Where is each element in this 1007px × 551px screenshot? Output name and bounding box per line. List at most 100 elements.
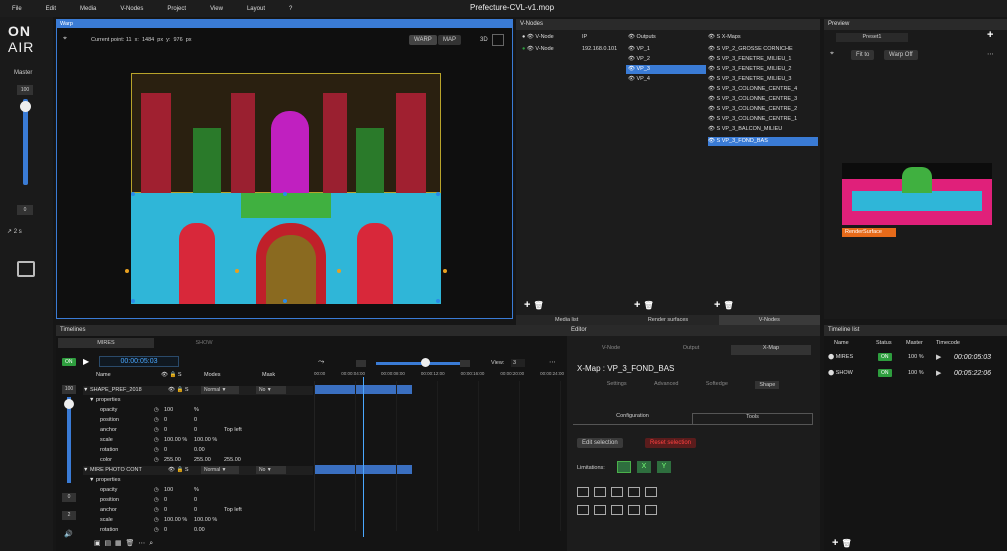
limit-y-toggle[interactable]: Y — [657, 461, 671, 473]
search-icon[interactable]: ⌕ — [149, 540, 153, 547]
master-slider-handle[interactable] — [20, 101, 31, 112]
timeline-item-mires[interactable]: ⬤ MIRES — [828, 353, 853, 362]
tab-configuration[interactable]: Configuration — [573, 413, 692, 424]
warp-button[interactable]: WARP — [409, 35, 437, 45]
play-icon[interactable]: ▶ — [936, 369, 941, 377]
warp-point[interactable] — [436, 299, 440, 303]
timecode-display[interactable]: 00:00:05:03 — [99, 356, 179, 367]
add-preset-button[interactable]: + — [987, 29, 993, 41]
zoom-slider-handle[interactable] — [421, 358, 430, 367]
menu-layout[interactable]: Layout — [247, 6, 265, 12]
more-icon[interactable]: ⋯ — [138, 540, 145, 547]
view-value[interactable]: 3 — [511, 359, 525, 367]
property-value[interactable]: 0 — [164, 426, 194, 435]
property-value[interactable]: 0 — [194, 416, 224, 425]
mode-select[interactable]: Normal ▼ — [201, 386, 239, 394]
playhead[interactable] — [363, 377, 364, 537]
xmap-item[interactable]: 👁 S VP_3_COLONNE_CENTRE_2 — [708, 105, 818, 114]
property-value[interactable]: 100 — [164, 486, 194, 495]
timeline-grid[interactable] — [314, 381, 564, 531]
play-icon[interactable]: ▶ — [83, 357, 89, 366]
property-value[interactable]: 0.00 — [194, 446, 224, 455]
keyframe-icon[interactable]: ◷ — [154, 526, 164, 535]
xmap-item[interactable]: 👁 S VP_3_FENETRE_MILIEU_2 — [708, 65, 818, 74]
property-value[interactable]: 255.00 — [194, 456, 224, 465]
zoom-slider[interactable] — [376, 362, 460, 365]
property-value[interactable]: % — [194, 406, 224, 415]
more-icon[interactable]: ⋯ — [549, 358, 556, 366]
property-row[interactable]: anchor ◷ 0 0 Top left — [100, 426, 310, 435]
layer-visibility[interactable]: 👁 🔒 S — [168, 386, 189, 395]
property-value[interactable]: 100.00 % — [164, 516, 194, 525]
property-value[interactable]: 0 — [164, 506, 194, 515]
add-xmap-button[interactable]: + 🗑 — [714, 299, 734, 311]
property-row[interactable]: rotation ◷ 0 0.00 — [100, 446, 310, 455]
curve-icon[interactable]: ⤳ — [318, 357, 324, 367]
property-value[interactable]: Top left — [224, 426, 274, 435]
status-toggle[interactable]: ON — [878, 353, 892, 361]
add-vnode-button[interactable]: + 🗑 — [524, 299, 544, 311]
align-left-icon[interactable] — [577, 487, 589, 497]
vnode-row[interactable]: ● 👁 V-Node — [522, 45, 554, 54]
menu-edit[interactable]: Edit — [46, 6, 56, 12]
mode-select[interactable]: Normal ▼ — [201, 466, 239, 474]
property-row[interactable]: rotation ◷ 0 0.00 — [100, 526, 310, 535]
output-item[interactable]: 👁 VP_2 — [626, 55, 706, 64]
menu-project[interactable]: Project — [167, 6, 186, 12]
property-value[interactable]: 255.00 — [224, 456, 274, 465]
warp-point[interactable] — [131, 299, 135, 303]
fade-time[interactable]: ↗ 2 s — [7, 228, 22, 235]
keyframe-icon[interactable]: ◷ — [154, 496, 164, 505]
property-value[interactable]: 0 — [164, 526, 194, 535]
warp-point[interactable] — [235, 269, 239, 273]
tab-shape[interactable]: Shape — [755, 381, 780, 389]
on-toggle[interactable]: ON — [62, 358, 76, 366]
properties-group[interactable]: ▼ properties — [89, 396, 120, 405]
warp-point[interactable] — [337, 269, 341, 273]
warp-point[interactable] — [443, 269, 447, 273]
property-row[interactable]: opacity ◷ 100% — [100, 486, 310, 495]
menu-help[interactable]: ? — [289, 6, 292, 12]
align-right-icon[interactable] — [611, 487, 623, 497]
property-value[interactable]: 255.00 — [164, 456, 194, 465]
tab-softedge[interactable]: Softedge — [706, 381, 728, 389]
layer-slider[interactable] — [64, 397, 74, 483]
property-value[interactable]: 100.00 % — [194, 436, 224, 445]
menu-media[interactable]: Media — [80, 6, 96, 12]
distribute-h-icon[interactable] — [611, 505, 623, 515]
align-bottom-icon[interactable] — [645, 487, 657, 497]
property-value[interactable]: Top left — [224, 506, 274, 515]
xmap-item[interactable]: 👁 S VP_2_GROSSE CORNICHE — [708, 45, 818, 54]
timeline-item-show[interactable]: ⬤ SHOW — [828, 369, 853, 378]
keyframe-icon[interactable]: ◷ — [154, 436, 164, 445]
keyframe-icon[interactable]: ◷ — [154, 506, 164, 515]
property-row[interactable]: opacity ◷ 100% — [100, 406, 310, 415]
property-value[interactable]: 100.00 % — [164, 436, 194, 445]
property-value[interactable]: 100.00 % — [194, 516, 224, 525]
more-icon[interactable]: ⋯ — [987, 50, 994, 58]
speaker-icon[interactable]: 🔊 — [64, 530, 73, 538]
properties-group[interactable]: ▼ properties — [89, 476, 120, 485]
output-item-selected[interactable]: 👁 VP_3 — [626, 65, 706, 74]
threed-toggle[interactable] — [492, 34, 504, 46]
align-center-h-icon[interactable] — [594, 487, 606, 497]
flip-h-icon[interactable] — [628, 505, 640, 515]
keyframe-icon[interactable]: ◷ — [154, 486, 164, 495]
property-row[interactable]: scale ◷ 100.00 % 100.00 % — [100, 436, 310, 445]
warp-point[interactable] — [436, 192, 440, 196]
output-item[interactable]: 👁 VP_4 — [626, 75, 706, 84]
align-top-icon[interactable] — [628, 487, 640, 497]
mask-select[interactable]: No ▼ — [256, 386, 286, 394]
tab-tools[interactable]: Tools — [692, 413, 813, 424]
property-value[interactable]: 0 — [194, 496, 224, 505]
property-row[interactable]: color ◷ 255.00 255.00 255.00 — [100, 456, 310, 465]
property-row[interactable]: scale ◷ 100.00 % 100.00 % — [100, 516, 310, 525]
time-ruler[interactable]: 00:00 00:00:04:00 00:00:08:00 00:00:12:00 00… — [314, 371, 564, 381]
property-row[interactable]: position ◷ 0 0 — [100, 496, 310, 505]
warp-point[interactable] — [125, 269, 129, 273]
property-value[interactable]: 0.00 — [194, 526, 224, 535]
property-value[interactable]: 0 — [194, 426, 224, 435]
fit-to-button[interactable]: Fit to — [851, 50, 875, 60]
master-slider[interactable] — [20, 99, 31, 185]
status-toggle[interactable]: ON — [878, 369, 892, 377]
